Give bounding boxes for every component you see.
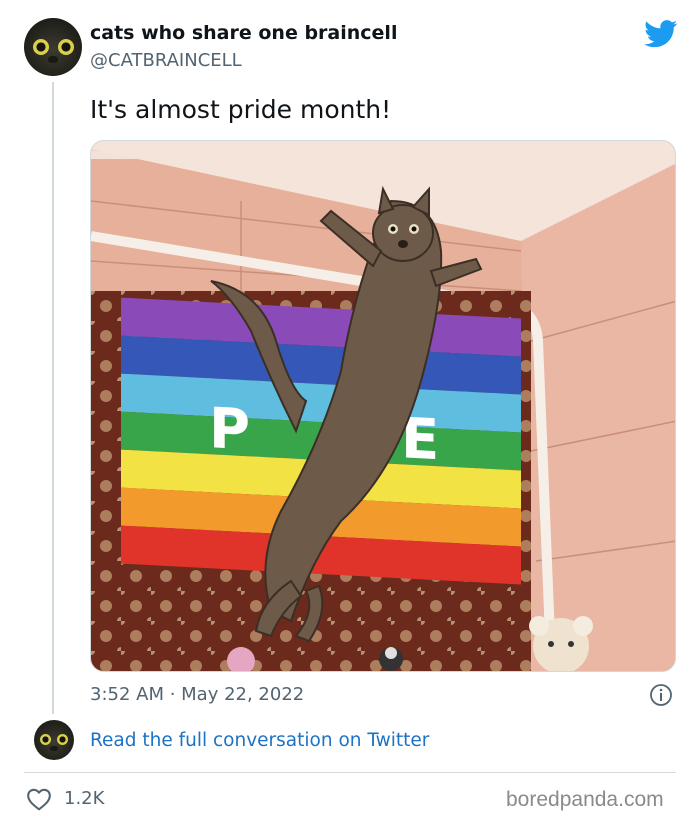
avatar-nose <box>50 746 58 751</box>
author-avatar[interactable] <box>24 18 82 76</box>
tweet-text: It's almost pride month! <box>90 95 392 124</box>
author-display-name[interactable]: cats who share one braincell <box>90 22 397 44</box>
watermark: boredpanda.com <box>506 788 664 811</box>
like-count: 1.2K <box>64 788 105 809</box>
info-icon[interactable] <box>649 683 673 707</box>
tweet-timestamp[interactable]: 3:52 AM · May 22, 2022 <box>90 684 304 705</box>
avatar-nose <box>48 56 58 63</box>
heart-icon[interactable] <box>26 787 52 811</box>
reply-avatar[interactable] <box>34 720 74 760</box>
svg-text:P: P <box>209 396 250 463</box>
twitter-bird-icon[interactable] <box>644 20 678 48</box>
avatar-eye-left <box>40 734 51 745</box>
read-conversation-link[interactable]: Read the full conversation on Twitter <box>90 730 429 751</box>
photo-illustration: P E <box>91 141 675 671</box>
author-handle[interactable]: @CATBRAINCELL <box>90 50 242 71</box>
avatar-eye-right <box>57 734 68 745</box>
avatar-eye-left <box>33 39 49 55</box>
avatar-eye-right <box>58 39 74 55</box>
divider <box>24 772 676 773</box>
tweet-media-image[interactable]: P E <box>90 140 676 672</box>
thread-line <box>52 82 54 714</box>
